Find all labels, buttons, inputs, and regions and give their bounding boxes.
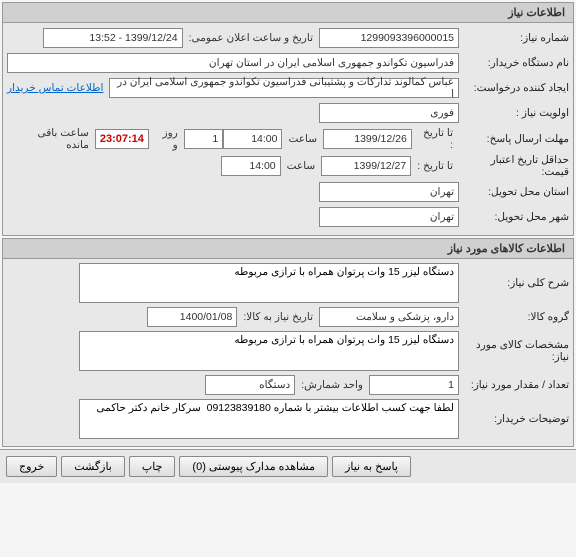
unit-field: دستگاه — [205, 375, 295, 395]
notes-field — [79, 399, 459, 439]
delivery-city-label: شهر محل تحویل: — [459, 211, 569, 223]
day-label: روز و — [149, 127, 184, 151]
desc-label: شرح کلی نیاز: — [459, 277, 569, 289]
print-button[interactable]: چاپ — [129, 456, 176, 477]
buyer-org-label: نام دستگاه خریدار: — [459, 57, 569, 69]
deadline-time-field: 14:00 — [223, 129, 282, 149]
goods-info-panel: اطلاعات کالاهای مورد نیاز شرح کلی نیاز: … — [2, 238, 574, 447]
validity-time-field: 14:00 — [221, 156, 281, 176]
countdown-field: 23:07:14 — [95, 129, 149, 149]
notes-label: توضیحات خریدار: — [459, 413, 569, 425]
qty-field: 1 — [369, 375, 459, 395]
deadline-date-field: 1399/12/26 — [323, 129, 412, 149]
back-button[interactable]: بازگشت — [61, 456, 125, 477]
attachments-button[interactable]: مشاهده مدارک پیوستی (0) — [179, 456, 328, 477]
group-label: گروه کالا: — [459, 311, 569, 323]
day-count-field: 1 — [184, 129, 224, 149]
to-date-label-2: تا تاریخ : — [411, 160, 459, 172]
panel1-title: اطلاعات نیاز — [3, 3, 573, 23]
need-date-label: تاریخ نیاز به کالا: — [237, 311, 319, 323]
deadline-label: مهلت ارسال پاسخ: — [459, 133, 569, 145]
button-bar: پاسخ به نیاز مشاهده مدارک پیوستی (0) چاپ… — [0, 449, 576, 483]
delivery-province-field: تهران — [319, 182, 459, 202]
creator-label: ایجاد کننده درخواست: — [459, 82, 569, 94]
request-no-label: شماره نیاز: — [459, 32, 569, 44]
exit-button[interactable]: خروج — [6, 456, 57, 477]
desc-field — [79, 263, 459, 303]
priority-label: اولویت نیاز : — [459, 107, 569, 119]
validity-label: حداقل تاریخ اعتبار قیمت: — [459, 154, 569, 178]
validity-date-field: 1399/12/27 — [321, 156, 411, 176]
creator-field: عباس کمالوند تدارکات و پشتیبانی فدراسیون… — [109, 78, 459, 98]
announce-label: تاریخ و ساعت اعلان عمومی: — [183, 32, 319, 44]
to-date-label: تا تاریخ : — [412, 127, 459, 151]
delivery-city-field: تهران — [319, 207, 459, 227]
spec-label: مشخصات کالای مورد نیاز: — [459, 339, 569, 363]
need-date-field: 1400/01/08 — [147, 307, 237, 327]
group-field: دارو، پزشکی و سلامت — [319, 307, 459, 327]
unit-label: واحد شمارش: — [295, 379, 369, 391]
spec-field — [79, 331, 459, 371]
announce-field: 1399/12/24 - 13:52 — [43, 28, 183, 48]
hour-label-1: ساعت — [282, 133, 323, 145]
contact-link[interactable]: اطلاعات تماس خریدار — [7, 82, 103, 94]
priority-field: فوری — [319, 103, 459, 123]
delivery-province-label: استان محل تحویل: — [459, 186, 569, 198]
respond-button[interactable]: پاسخ به نیاز — [332, 456, 411, 477]
qty-label: تعداد / مقدار مورد نیاز: — [459, 379, 569, 391]
panel2-title: اطلاعات کالاهای مورد نیاز — [3, 239, 573, 259]
request-no-field: 1299093396000015 — [319, 28, 459, 48]
buyer-org-field: فدراسیون تکواندو جمهوری اسلامی ایران در … — [7, 53, 459, 73]
need-info-panel: اطلاعات نیاز شماره نیاز: 129909339600001… — [2, 2, 574, 236]
remaining-label: ساعت باقی مانده — [7, 127, 95, 151]
hour-label-2: ساعت — [281, 160, 322, 172]
